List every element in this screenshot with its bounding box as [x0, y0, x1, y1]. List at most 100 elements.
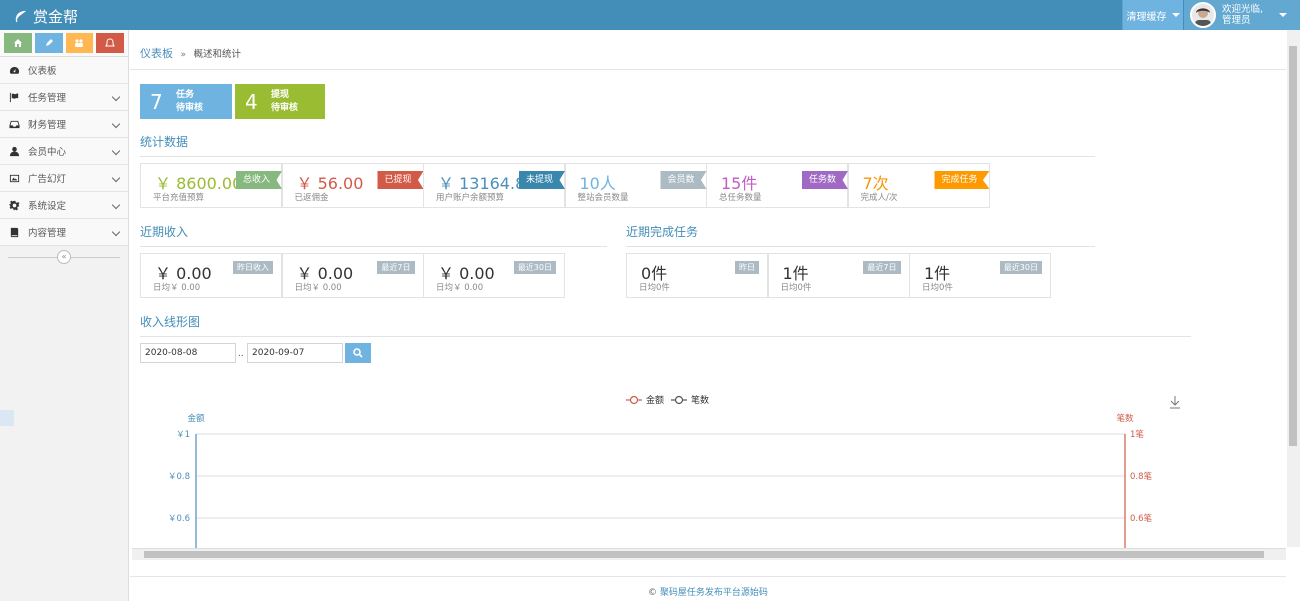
dashboard-icon	[9, 66, 20, 74]
leaf-icon	[15, 10, 27, 22]
download-icon[interactable]	[1170, 396, 1180, 409]
sidebar-item-finance[interactable]: 财务管理	[0, 111, 128, 138]
shortcut-users-button[interactable]	[65, 33, 94, 53]
task-tag: 最近30日	[999, 261, 1042, 274]
breadcrumb: 仪表板 » 概述和统计	[130, 30, 1286, 70]
clear-cache-label: 清理缓存	[1126, 11, 1167, 23]
breadcrumb-home-link[interactable]: 仪表板	[140, 47, 173, 60]
inbox-icon	[9, 120, 20, 128]
breadcrumb-separator: »	[180, 50, 187, 60]
stat-tag: 未提现	[518, 171, 565, 189]
pending-label: 提现	[271, 89, 290, 100]
income-tag: 最近7日	[377, 261, 415, 274]
task-card: 1件 日均0件 最近30日	[909, 253, 1051, 298]
sidebar-item-dashboard[interactable]: 仪表板	[0, 57, 128, 84]
shortcut-home-button[interactable]	[4, 33, 32, 53]
chevron-down-icon	[111, 200, 121, 210]
bell-icon	[105, 38, 115, 47]
stat-label: 总任务数量	[719, 193, 762, 203]
sidebar-item-label: 仪表板	[28, 66, 57, 77]
left-axis-label: 金额	[187, 413, 205, 424]
sidebar-item-ads[interactable]: 广告幻灯	[0, 165, 128, 192]
pending-count: 4	[245, 89, 258, 114]
stat-card: 10人 整站会员数量 会员数	[564, 163, 707, 208]
home-icon	[13, 39, 22, 47]
pending-tasks-box[interactable]: 7 任务待审核	[140, 84, 232, 119]
sidebar-collapse: «	[0, 246, 128, 268]
stat-tag: 会员数	[660, 171, 707, 189]
copyright-symbol: ©	[648, 588, 658, 598]
side-tab-handle[interactable]	[0, 410, 14, 426]
stat-label: 已返佣金	[294, 193, 329, 203]
left-tick-label: ￥0.6	[168, 514, 190, 524]
stat-tag: 已提现	[377, 171, 424, 189]
stat-card: ￥ 13164.8 用户账户余额预算 未提现	[423, 163, 565, 208]
tasks-section-title: 近期完成任务	[626, 223, 1095, 247]
brand[interactable]: 赏金帮	[14, 6, 78, 27]
pending-label: 任务	[176, 89, 195, 100]
welcome-label: 欢迎光临,	[1222, 4, 1264, 15]
breadcrumb-current: 概述和统计	[193, 49, 242, 60]
caret-down-icon	[1171, 13, 1180, 17]
chevron-down-icon	[111, 173, 121, 183]
pending-withdraw-box[interactable]: 4 提现待审核	[235, 84, 325, 119]
sidebar-item-label: 任务管理	[28, 93, 67, 104]
scrollbar-thumb[interactable]	[144, 551, 1264, 558]
task-tag: 最近7日	[863, 261, 901, 274]
stat-label: 整站会员数量	[577, 193, 629, 203]
income-label: 日均￥ 0.00	[294, 283, 342, 293]
stat-card: 7次 完成人/次 完成任务	[847, 163, 990, 208]
legend-entry[interactable]: 金额	[646, 394, 664, 406]
role-label: 管理员	[1222, 15, 1251, 26]
clear-cache-button[interactable]: 清理缓存	[1122, 0, 1183, 30]
pending-sub: 待审核	[176, 102, 204, 113]
chevron-down-icon	[111, 92, 121, 102]
sidebar-item-label: 系统设定	[28, 201, 67, 212]
footer-link[interactable]: 聚码屋任务发布平台源始码	[660, 588, 768, 598]
sidebar-item-content[interactable]: 内容管理	[0, 219, 128, 246]
sidebar-item-label: 财务管理	[28, 120, 67, 131]
sidebar-item-task-manage[interactable]: 任务管理	[0, 84, 128, 111]
legend-entry[interactable]: 笔数	[691, 394, 709, 406]
chart-section-title: 收入线形图	[140, 313, 1191, 337]
right-tick-label: 0.6笔	[1130, 513, 1153, 524]
scrollbar-thumb[interactable]	[1289, 46, 1297, 446]
income-label: 日均￥ 0.00	[153, 283, 201, 293]
main-content: 仪表板 » 概述和统计 7 任务 待审核 4 提现 待审核 统计数据 近期收入 近期…	[130, 30, 1286, 601]
income-label: 日均￥ 0.00	[436, 283, 484, 293]
collapse-button[interactable]: «	[57, 250, 71, 264]
vertical-scrollbar[interactable]	[1287, 30, 1300, 547]
task-label: 日均0件	[780, 283, 812, 293]
income-tag: 最近30日	[513, 261, 556, 274]
caret-down-icon	[1279, 13, 1288, 17]
income-tag: 昨日收入	[233, 261, 273, 274]
pending-count: 7	[150, 89, 163, 114]
income-section-title: 近期收入	[140, 223, 607, 247]
left-tick-label: ￥1	[176, 430, 190, 440]
chevron-down-icon	[111, 227, 121, 237]
stat-label: 平台充值预算	[153, 193, 205, 203]
shortcut-edit-button[interactable]	[34, 33, 63, 53]
chevron-down-icon	[111, 119, 121, 129]
image-icon	[9, 174, 20, 182]
avatar	[1190, 2, 1216, 28]
footer: © 聚码屋任务发布平台源始码	[130, 576, 1286, 601]
shortcut-notify-button[interactable]	[96, 33, 124, 53]
stat-label: 完成人/次	[860, 193, 898, 203]
pencil-icon	[45, 39, 53, 46]
sidebar-item-members[interactable]: 会员中心	[0, 138, 128, 165]
stat-label: 用户账户余额预算	[436, 193, 505, 203]
legend-marker	[629, 395, 639, 405]
users-icon	[75, 39, 84, 47]
legend-marker	[674, 395, 684, 405]
sidebar-item-label: 会员中心	[28, 147, 67, 158]
chevron-down-icon	[111, 146, 121, 156]
stat-tag: 完成任务	[934, 171, 990, 189]
flag-icon	[9, 92, 19, 102]
horizontal-scrollbar[interactable]	[132, 548, 1286, 560]
sidebar-item-settings[interactable]: 系统设定	[0, 192, 128, 219]
user-menu[interactable]: 欢迎光临, 管理员	[1184, 0, 1300, 30]
stat-card: ￥ 56.00 已返佣金 已提现	[281, 163, 424, 208]
pending-sub: 待审核	[271, 102, 299, 113]
income-line-chart: 金额笔数金额笔数￥11笔￥0.80.8笔￥0.60.6笔￥0.40.4笔	[168, 394, 1180, 550]
